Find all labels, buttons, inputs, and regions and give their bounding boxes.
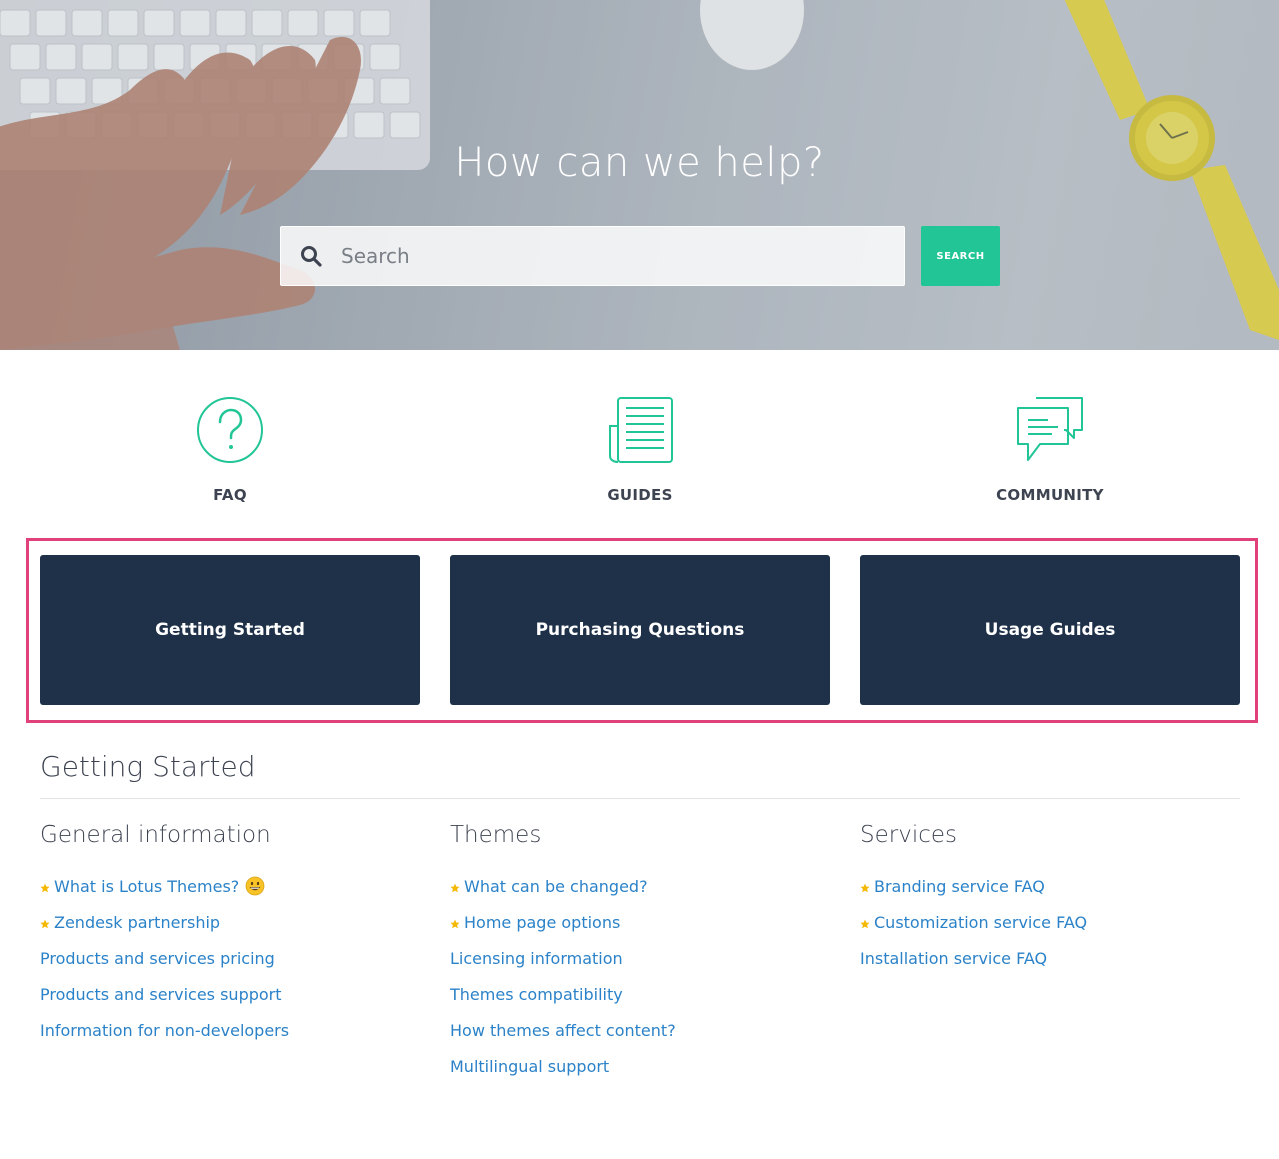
nav-item-faq[interactable]: FAQ: [130, 396, 330, 504]
article-link[interactable]: What can be changed?: [464, 877, 648, 896]
nav-item-faq-label: FAQ: [213, 486, 247, 504]
hero-title: How can we help?: [454, 140, 825, 186]
list-item: How themes affect content?: [450, 1012, 830, 1048]
category-usage-guides[interactable]: Usage Guides: [860, 555, 1240, 705]
section-column-services: Services Branding service FAQ Customizati…: [860, 822, 1240, 976]
star-icon: [40, 919, 50, 929]
article-link[interactable]: Information for non-developers: [40, 1021, 289, 1040]
article-link[interactable]: What is Lotus Themes?: [54, 877, 239, 896]
list-item: What is Lotus Themes?: [40, 868, 420, 904]
article-link[interactable]: Themes compatibility: [450, 985, 623, 1004]
list-item: Licensing information: [450, 940, 830, 976]
list-item: Products and services pricing: [40, 940, 420, 976]
nav-item-guides[interactable]: GUIDES: [540, 396, 740, 504]
list-item: Branding service FAQ: [860, 868, 1240, 904]
article-link[interactable]: Installation service FAQ: [860, 949, 1047, 968]
article-link[interactable]: Zendesk partnership: [54, 913, 220, 932]
list-item: Installation service FAQ: [860, 940, 1240, 976]
search-box: [280, 226, 905, 286]
star-icon: [860, 919, 870, 929]
list-item: Multilingual support: [450, 1048, 830, 1084]
document-icon: [609, 397, 673, 463]
search-button[interactable]: SEARCH: [921, 226, 1000, 286]
section-column-general-information: General information What is Lotus Themes…: [40, 822, 420, 1048]
column-title[interactable]: Themes: [450, 822, 830, 848]
article-link[interactable]: Home page options: [464, 913, 620, 932]
article-link[interactable]: Products and services support: [40, 985, 282, 1004]
article-list: Branding service FAQ Customization servic…: [860, 868, 1240, 976]
nav-item-community-label: COMMUNITY: [996, 486, 1104, 504]
article-link[interactable]: Multilingual support: [450, 1057, 609, 1076]
category-label: Purchasing Questions: [535, 620, 745, 640]
category-getting-started[interactable]: Getting Started: [40, 555, 420, 705]
star-icon: [860, 883, 870, 893]
chat-bubbles-icon: [1017, 397, 1083, 461]
section-column-themes: Themes What can be changed? Home page opt…: [450, 822, 830, 1084]
article-link[interactable]: Products and services pricing: [40, 949, 275, 968]
search-input[interactable]: [341, 227, 904, 285]
list-item: Customization service FAQ: [860, 904, 1240, 940]
nav-item-guides-label: GUIDES: [607, 486, 673, 504]
list-item: Products and services support: [40, 976, 420, 1012]
article-link[interactable]: Licensing information: [450, 949, 623, 968]
search-icon: [281, 226, 341, 286]
article-link[interactable]: Customization service FAQ: [874, 913, 1087, 932]
question-circle-icon: [197, 397, 263, 463]
article-list: What can be changed? Home page options Lic…: [450, 868, 830, 1084]
list-item: Themes compatibility: [450, 976, 830, 1012]
list-item: Home page options: [450, 904, 830, 940]
list-item: Zendesk partnership: [40, 904, 420, 940]
category-label: Usage Guides: [984, 620, 1116, 640]
star-icon: [450, 883, 460, 893]
icon-nav: FAQ GUIDES COMMUNITY: [0, 396, 1279, 516]
hero-banner: How can we help? SEARCH: [0, 0, 1279, 350]
list-item: Information for non-developers: [40, 1012, 420, 1048]
column-title[interactable]: Services: [860, 822, 1240, 848]
article-list: What is Lotus Themes? Zendesk partnership…: [40, 868, 420, 1048]
grinning-face-icon: [245, 876, 265, 896]
category-label: Getting Started: [155, 620, 305, 640]
category-purchasing-questions[interactable]: Purchasing Questions: [450, 555, 830, 705]
star-icon: [450, 919, 460, 929]
section-divider: [40, 798, 1240, 799]
article-link[interactable]: Branding service FAQ: [874, 877, 1045, 896]
section-title[interactable]: Getting Started: [40, 750, 256, 783]
column-title[interactable]: General information: [40, 822, 420, 848]
list-item: What can be changed?: [450, 868, 830, 904]
nav-item-community[interactable]: COMMUNITY: [950, 396, 1150, 504]
article-link[interactable]: How themes affect content?: [450, 1021, 676, 1040]
star-icon: [40, 883, 50, 893]
